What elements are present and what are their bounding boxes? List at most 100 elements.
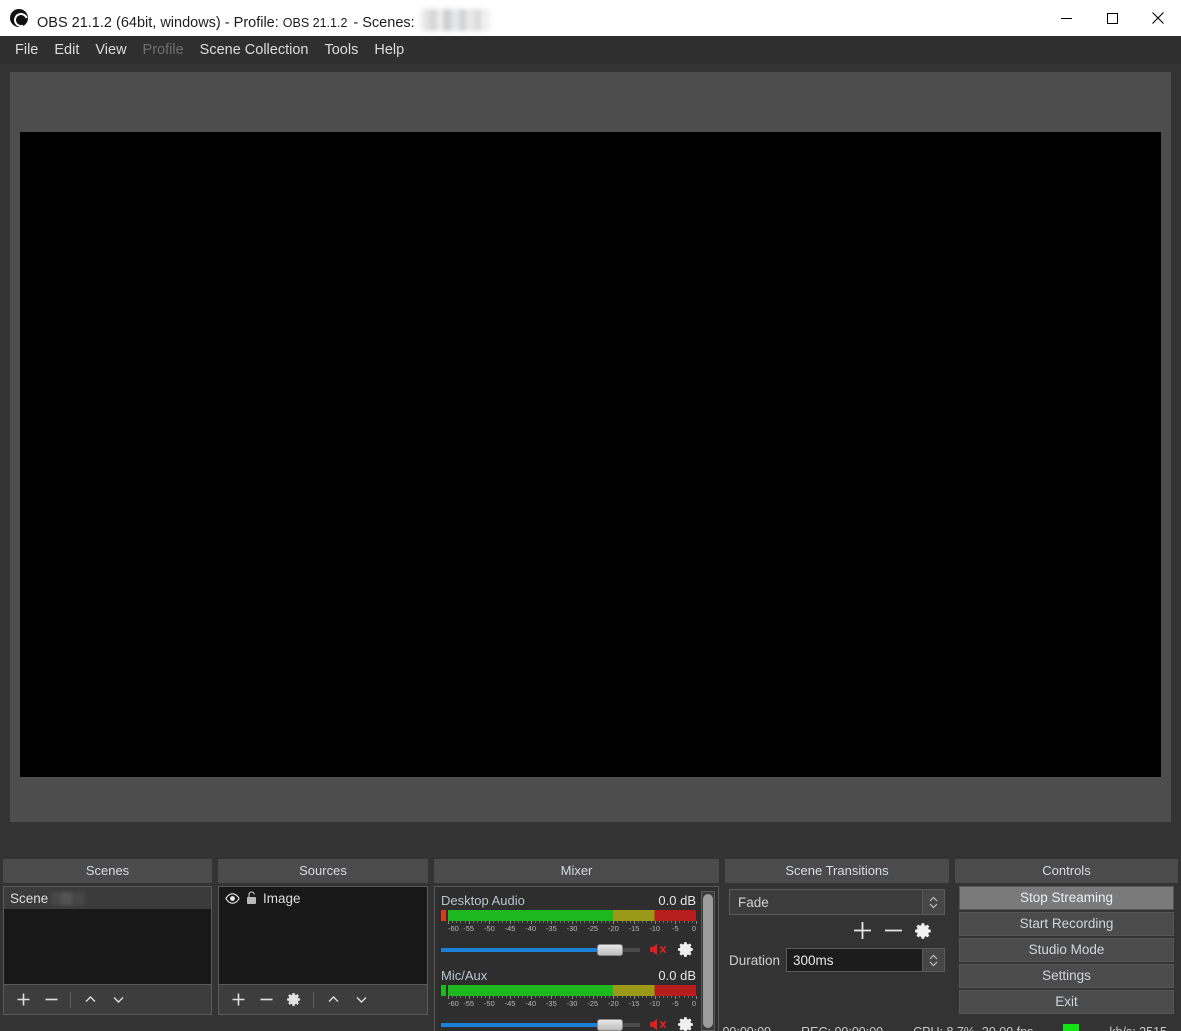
menu-item-scene-collection[interactable]: Scene Collection — [192, 39, 317, 61]
duration-input[interactable]: 300ms — [786, 948, 923, 972]
tick-mark-minor — [667, 921, 668, 923]
mute-button[interactable] — [648, 1017, 668, 1031]
settings-button[interactable]: Settings — [959, 964, 1174, 988]
exit-button[interactable]: Exit — [959, 990, 1174, 1014]
mixer-source-name: Mic/Aux — [441, 968, 487, 983]
preview-canvas[interactable] — [20, 132, 1161, 777]
mixer-scrollbar-thumb[interactable] — [703, 894, 713, 1028]
source-list-item-label: Image — [263, 891, 301, 906]
mixer-dock: Mixer Desktop Audio 0.0 dB -60-55-50-45-… — [431, 857, 722, 1018]
tick-mark-minor — [622, 996, 623, 998]
move-scene-up-button[interactable] — [77, 987, 103, 1013]
tick-mark-minor — [580, 921, 581, 923]
window-title-profile-value: OBS 21.1.2 — [283, 16, 348, 30]
source-properties-button[interactable] — [281, 987, 307, 1013]
mixer-volume-slider[interactable] — [441, 943, 640, 957]
menu-item-help[interactable]: Help — [366, 39, 412, 61]
tick-label: 0 — [692, 924, 696, 933]
mixer-volume-row — [441, 1016, 696, 1031]
tick-label: -40 — [525, 999, 536, 1008]
sources-toolbar-divider — [313, 992, 314, 1008]
window-controls — [1043, 0, 1181, 36]
add-transition-button[interactable] — [853, 921, 872, 940]
move-scene-down-button[interactable] — [105, 987, 131, 1013]
preview-container[interactable] — [10, 72, 1171, 822]
mixer-volume-slider[interactable] — [441, 1018, 640, 1031]
scene-list-item[interactable]: Scene — [4, 887, 211, 909]
studio-mode-button[interactable]: Studio Mode — [959, 938, 1174, 962]
chevron-up-icon — [83, 992, 98, 1007]
remove-transition-button[interactable] — [884, 921, 903, 940]
tick-label: -35 — [546, 999, 557, 1008]
mixer-panel: Desktop Audio 0.0 dB -60-55-50-45-40-35-… — [434, 886, 719, 1031]
duration-spinner[interactable] — [923, 948, 945, 972]
tick-label: -60 — [448, 924, 459, 933]
slider-knob[interactable] — [597, 944, 623, 956]
tick-label: -45 — [505, 999, 516, 1008]
window-title-scenes-label: - Scenes: — [353, 15, 414, 31]
plus-icon — [231, 992, 246, 1007]
close-button[interactable] — [1135, 0, 1181, 36]
mixer-source-db: 0.0 dB — [658, 968, 696, 983]
slider-knob[interactable] — [597, 1019, 623, 1031]
maximize-button[interactable] — [1089, 0, 1135, 36]
tick-mark-minor — [601, 996, 602, 998]
menu-item-tools[interactable]: Tools — [316, 39, 366, 61]
eye-icon[interactable] — [225, 892, 240, 905]
transition-select[interactable]: Fade — [729, 889, 945, 915]
tick-mark-minor — [626, 996, 627, 998]
mixer-source-settings-button[interactable] — [676, 941, 696, 958]
tick-mark-minor — [460, 996, 461, 998]
tick-mark-minor — [518, 996, 519, 998]
window-title-scene-name-redacted — [420, 9, 490, 31]
menu-item-edit[interactable]: Edit — [46, 39, 87, 61]
tick-mark-minor — [498, 921, 499, 923]
sources-list[interactable]: Image — [218, 886, 428, 985]
tick-mark-minor — [663, 996, 664, 998]
menu-item-file[interactable]: File — [7, 39, 46, 61]
transition-select-value: Fade — [730, 895, 922, 910]
tick-mark-minor — [692, 996, 693, 998]
sources-dock-body: Image — [218, 886, 428, 1015]
window-title-main: OBS 21.1.2 (64bit, windows) - Profile: — [37, 15, 279, 31]
tick-mark-minor — [663, 921, 664, 923]
tick-mark-minor — [539, 921, 540, 923]
remove-scene-button[interactable] — [38, 987, 64, 1013]
minimize-icon — [1061, 13, 1072, 24]
close-icon — [1152, 12, 1164, 24]
move-source-down-button[interactable] — [348, 987, 374, 1013]
tick-label: -40 — [525, 924, 536, 933]
menu-item-view[interactable]: View — [87, 39, 134, 61]
mixer-scrollbar[interactable] — [701, 891, 715, 1031]
mixer-meter-row — [441, 910, 696, 921]
minimize-button[interactable] — [1043, 0, 1089, 36]
status-bitrate: kb/s: 2515 — [1109, 1025, 1167, 1031]
mixer-source-mic-aux: Mic/Aux 0.0 dB -60-55-50-45-40-35-30-25-… — [435, 966, 718, 1031]
mixer-level-meter — [448, 985, 696, 996]
tick-label: -55 — [463, 924, 474, 933]
tick-mark-minor — [642, 921, 643, 923]
window-title: OBS 21.1.2 (64bit, windows) - Profile: O… — [37, 5, 490, 31]
move-source-up-button[interactable] — [320, 987, 346, 1013]
tick-mark-minor — [630, 921, 631, 923]
tick-mark-minor — [617, 921, 618, 923]
mute-button[interactable] — [648, 942, 668, 957]
tick-mark-minor — [679, 921, 680, 923]
tick-mark-minor — [667, 996, 668, 998]
tick-label: -25 — [587, 924, 598, 933]
remove-source-button[interactable] — [253, 987, 279, 1013]
add-source-button[interactable] — [225, 987, 251, 1013]
add-scene-button[interactable] — [10, 987, 36, 1013]
transition-properties-button[interactable] — [915, 922, 933, 940]
tick-mark-minor — [568, 921, 569, 923]
start-recording-button[interactable]: Start Recording — [959, 912, 1174, 936]
unlock-icon[interactable] — [246, 891, 257, 905]
source-list-item[interactable]: Image — [219, 887, 427, 909]
mixer-source-settings-button[interactable] — [676, 1016, 696, 1031]
transition-select-spinner[interactable] — [922, 890, 944, 914]
tick-mark-minor — [502, 921, 503, 923]
controls-dock: Controls Stop Streaming Start Recording … — [952, 857, 1181, 1018]
scenes-list[interactable]: Scene — [3, 886, 212, 985]
stop-streaming-button[interactable]: Stop Streaming — [959, 886, 1174, 910]
tick-mark-minor — [597, 996, 598, 998]
